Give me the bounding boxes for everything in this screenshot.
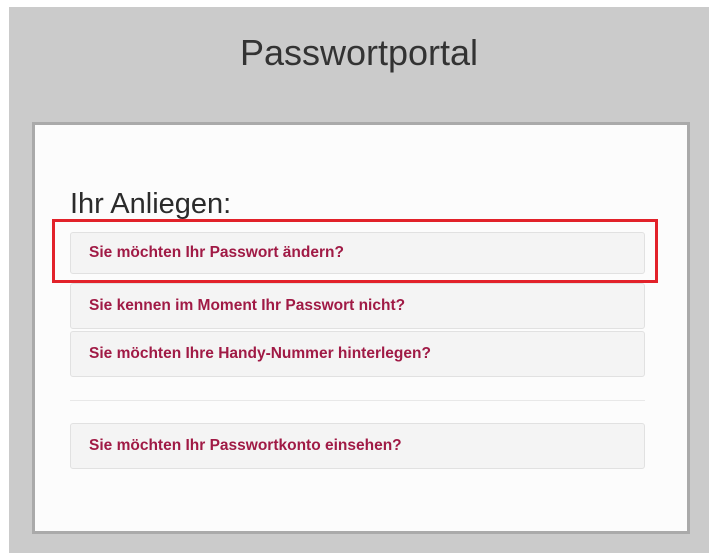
view-password-account-option[interactable]: Sie möchten Ihr Passwortkonto einsehen? <box>70 423 645 469</box>
change-password-option[interactable]: Sie möchten Ihr Passwort ändern? <box>70 232 645 274</box>
page-title: Passwortportal <box>239 32 479 73</box>
divider <box>70 400 645 401</box>
register-phone-number-option[interactable]: Sie möchten Ihre Handy-Nummer hinterlege… <box>70 331 645 377</box>
request-panel: Ihr Anliegen: Sie möchten Ihr Passwort ä… <box>32 122 690 534</box>
portal-background: Passwortportal Ihr Anliegen: Sie möchten… <box>9 7 709 553</box>
forgot-password-option[interactable]: Sie kennen im Moment Ihr Passwort nicht? <box>70 283 645 329</box>
section-heading: Ihr Anliegen: <box>70 188 232 220</box>
